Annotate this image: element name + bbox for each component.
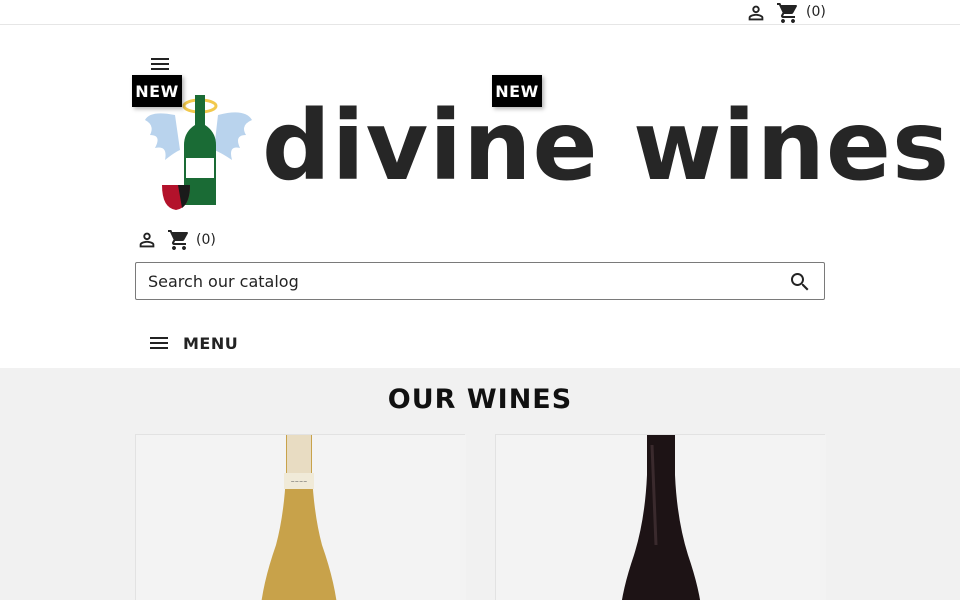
cart-icon[interactable] bbox=[167, 228, 191, 252]
site-logo[interactable]: divine wines bbox=[140, 90, 949, 215]
user-icon[interactable] bbox=[745, 2, 767, 24]
user-icon[interactable] bbox=[136, 229, 158, 251]
logo-bottle-icon bbox=[145, 95, 252, 210]
hamburger-menu-icon[interactable] bbox=[148, 52, 172, 76]
product-card[interactable]: ~~~~ bbox=[135, 434, 466, 600]
our-wines-section: OUR WINES ~~~~ bbox=[0, 368, 960, 600]
top-bar: (0) bbox=[0, 0, 960, 25]
new-badge: NEW bbox=[132, 75, 182, 107]
search-input[interactable] bbox=[148, 269, 768, 293]
new-badge: NEW bbox=[492, 75, 542, 107]
menu-toggle[interactable]: MENU bbox=[147, 331, 238, 355]
logo-text: divine wines bbox=[262, 90, 951, 202]
menu-label: MENU bbox=[183, 333, 239, 353]
search-bar bbox=[135, 262, 825, 300]
product-card[interactable] bbox=[495, 434, 826, 600]
product-image bbox=[496, 435, 826, 600]
search-icon[interactable] bbox=[788, 270, 812, 294]
svg-text:~~~~: ~~~~ bbox=[291, 479, 308, 485]
cart-count[interactable]: (0) bbox=[196, 232, 216, 248]
section-title: OUR WINES bbox=[387, 384, 573, 415]
product-image: ~~~~ bbox=[136, 435, 466, 600]
cart-count[interactable]: (0) bbox=[806, 4, 826, 20]
cart-icon[interactable] bbox=[776, 1, 800, 25]
menu-icon bbox=[150, 337, 168, 349]
